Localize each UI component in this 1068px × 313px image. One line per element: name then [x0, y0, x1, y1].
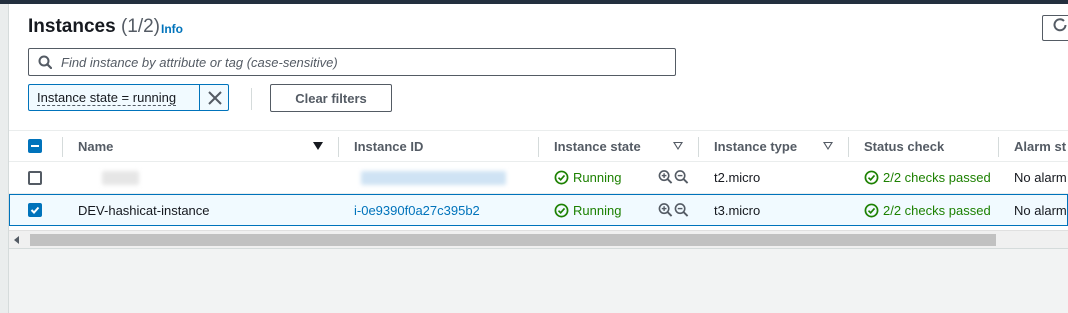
column-divider [538, 137, 539, 157]
column-divider [998, 137, 999, 157]
horizontal-scrollbar[interactable] [9, 230, 1068, 248]
column-divider [338, 137, 339, 157]
instance-state: Running [554, 170, 621, 185]
alarm-status: No alarm [1014, 203, 1067, 218]
instance-type: t3.micro [714, 203, 761, 218]
details-pane [9, 249, 1068, 313]
zoom-out-icon[interactable] [674, 202, 689, 218]
instance-state: Running [554, 203, 621, 218]
table-header: Name Instance ID Instance state Instance… [9, 130, 1068, 162]
search-input[interactable] [59, 51, 659, 73]
redacted-instance-id [361, 171, 506, 185]
sort-down-icon[interactable] [313, 142, 323, 150]
column-header-name[interactable]: Name [78, 139, 113, 154]
search-icon [38, 55, 53, 70]
zoom-out-icon[interactable] [674, 169, 689, 185]
refresh-icon [1053, 18, 1067, 36]
column-header-instance-type[interactable]: Instance type [714, 139, 797, 154]
column-header-instance-id[interactable]: Instance ID [354, 139, 423, 154]
instance-id-link[interactable]: i-0e9390f0a27c395b2 [354, 203, 480, 218]
select-all-checkbox[interactable] [28, 139, 42, 153]
left-rail [0, 4, 9, 313]
instance-name: DEV-hashicat-instance [78, 203, 210, 218]
filter-token-label[interactable]: Instance state = running [37, 90, 177, 106]
sort-down-icon[interactable] [823, 142, 833, 150]
table-row[interactable]: DEV-hashicat-instance i-0e9390f0a27c395b… [9, 194, 1068, 226]
check-circle-icon [554, 170, 569, 185]
redacted-name [102, 171, 139, 185]
status-check: 2/2 checks passed [864, 203, 991, 218]
refresh-button[interactable] [1042, 15, 1068, 41]
column-header-alarm-status[interactable]: Alarm st [1014, 139, 1066, 154]
state-zoom-controls [658, 169, 689, 185]
instance-state-label: Running [573, 170, 622, 185]
sort-down-icon[interactable] [673, 142, 683, 150]
scroll-left-icon[interactable] [14, 236, 19, 244]
zoom-in-icon[interactable] [658, 169, 673, 185]
zoom-in-icon[interactable] [658, 202, 673, 218]
instance-state-label: Running [573, 203, 622, 218]
status-check: 2/2 checks passed [864, 170, 991, 185]
column-divider [62, 137, 63, 157]
table-row[interactable]: Running t2.micro 2/2 checks passed No al… [9, 162, 1068, 194]
filter-divider [251, 88, 252, 110]
instances-panel: Instances (1/2) Info Instance state = ru… [9, 4, 1068, 249]
column-divider [848, 137, 849, 157]
status-check-label: 2/2 checks passed [883, 170, 991, 185]
selection-count: (1/2) [120, 16, 161, 37]
column-header-status-check[interactable]: Status check [864, 139, 944, 154]
filter-token[interactable]: Instance state = running [28, 84, 229, 111]
scrollbar-thumb[interactable] [30, 234, 996, 246]
column-divider [698, 137, 699, 157]
alarm-status: No alarm [1014, 170, 1067, 185]
state-zoom-controls [658, 202, 689, 218]
column-header-instance-state[interactable]: Instance state [554, 139, 641, 154]
row-checkbox[interactable] [28, 171, 42, 185]
search-bar[interactable] [28, 48, 676, 76]
check-circle-icon [864, 203, 879, 218]
check-circle-icon [554, 203, 569, 218]
check-circle-icon [864, 170, 879, 185]
info-link[interactable]: Info [161, 22, 183, 36]
status-check-label: 2/2 checks passed [883, 203, 991, 218]
page-title: Instances (1/2) [28, 16, 160, 38]
instance-type: t2.micro [714, 170, 761, 185]
row-checkbox[interactable] [28, 203, 42, 217]
close-icon [208, 90, 222, 105]
title-text: Instances [28, 16, 116, 37]
clear-filters-button[interactable]: Clear filters [270, 84, 392, 112]
remove-filter-button[interactable] [199, 84, 230, 111]
checkmark-icon [30, 206, 40, 214]
